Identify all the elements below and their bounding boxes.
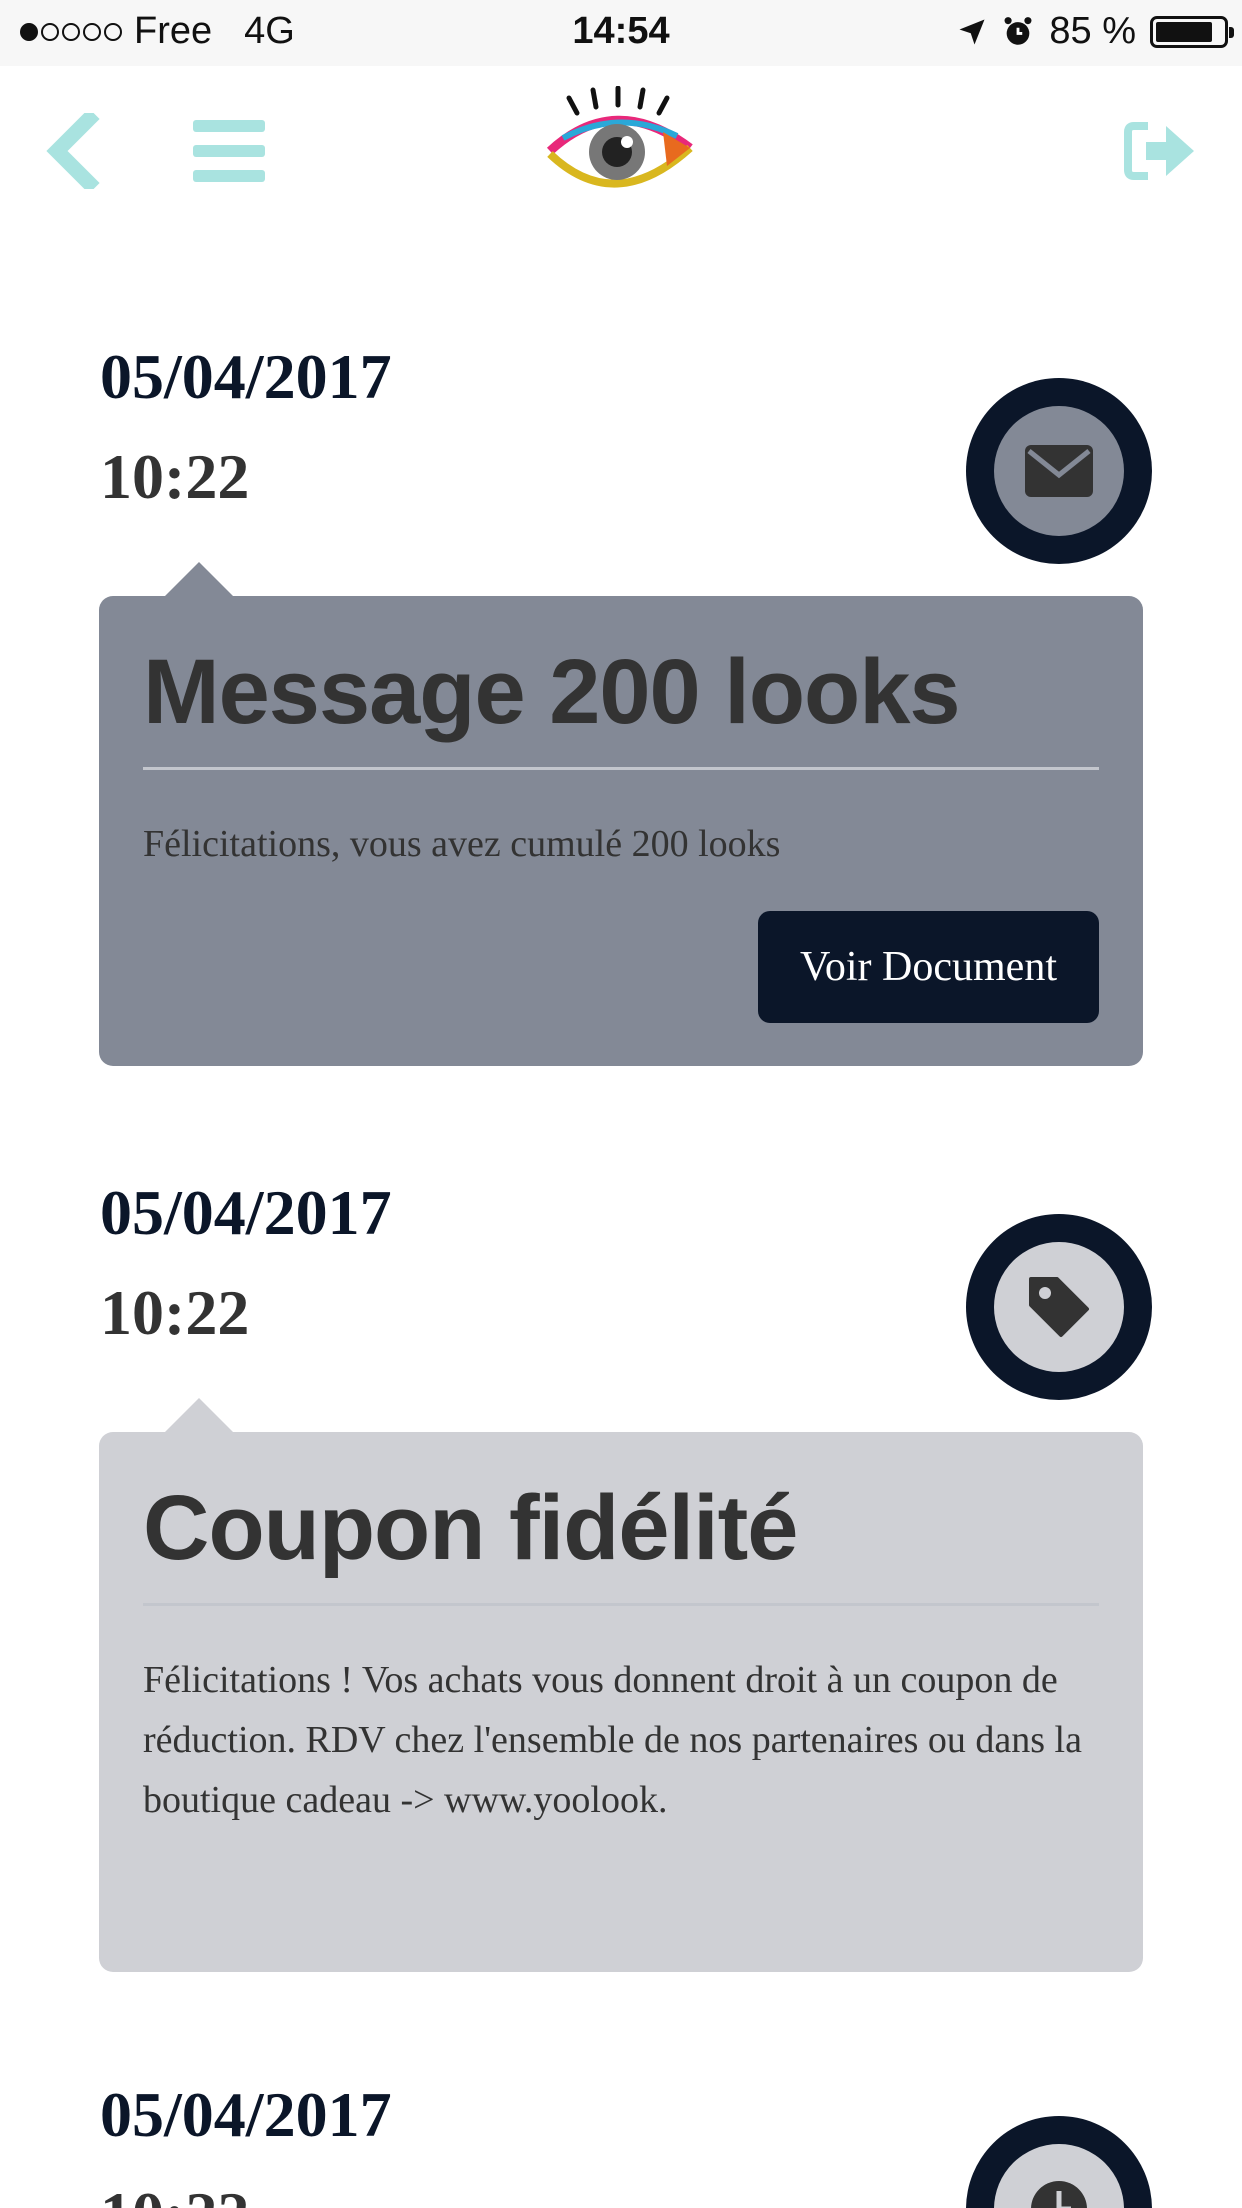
alarm-clock-icon (1004, 16, 1032, 45)
clock-icon (1031, 2181, 1087, 2208)
logout-button[interactable] (1114, 106, 1204, 196)
back-button[interactable] (28, 106, 118, 196)
card-title: Message 200 looks (143, 641, 961, 743)
entry-date: 05/04/2017 (100, 1177, 392, 1248)
chevron-left-icon (46, 113, 100, 189)
card-divider (143, 1602, 1099, 1606)
sign-out-icon (1124, 122, 1194, 180)
entry-time: 10:22 (100, 441, 250, 512)
view-document-button[interactable]: Voir Document (757, 911, 1099, 1023)
card-title: Coupon fidélité (143, 1477, 798, 1579)
status-bar: Free 4G 14:54 85 % (0, 0, 1242, 66)
menu-button[interactable] (184, 106, 274, 196)
message-card: Message 200 looks Félicitations, vous av… (99, 562, 1143, 1066)
timeline-entry: 05/04/2017 10:22 (0, 2078, 1242, 2208)
entry-date: 05/04/2017 (100, 341, 392, 412)
card-divider (143, 766, 1099, 770)
entry-time: 10:22 (100, 1277, 250, 1348)
battery-percent: 85 % (1049, 10, 1136, 52)
location-arrow-icon (959, 19, 985, 44)
entry-date: 05/04/2017 (100, 2079, 392, 2150)
entry-type-badge (966, 378, 1152, 564)
coupon-card: Coupon fidélité Félicitations ! Vos acha… (99, 1398, 1143, 1972)
card-text: Félicitations, vous avez cumulé 200 look… (143, 822, 781, 865)
tag-icon (1029, 1277, 1089, 1337)
eye-logo-icon (546, 86, 693, 188)
entry-type-badge (966, 1214, 1152, 1400)
status-right: 85 % (957, 10, 1234, 53)
battery-icon (1150, 15, 1234, 48)
entry-type-badge (966, 2116, 1152, 2208)
hamburger-menu-icon (193, 120, 265, 182)
nav-bar (0, 66, 1242, 226)
entry-time: 10:22 (100, 2178, 249, 2208)
card-text: Félicitations ! Vos achats vous donnent … (143, 1658, 1082, 1821)
envelope-icon (1025, 445, 1093, 497)
